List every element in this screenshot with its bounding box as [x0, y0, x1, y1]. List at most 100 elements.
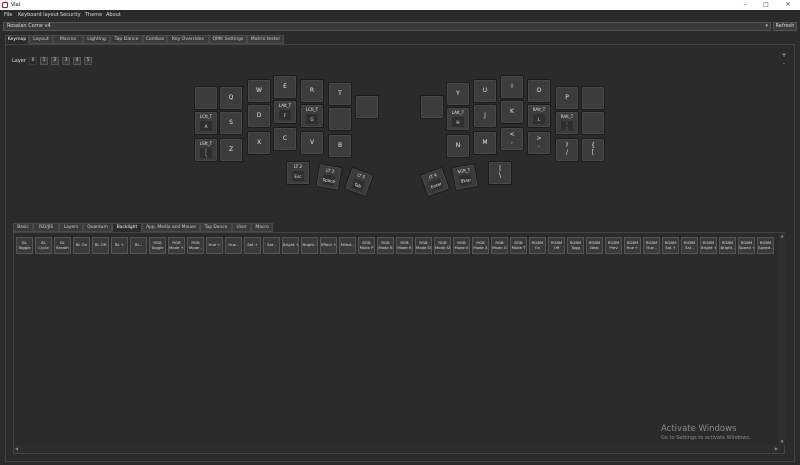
menu-file[interactable]: File	[4, 10, 12, 20]
maximize-button[interactable]: □	[756, 0, 776, 10]
key-11[interactable]: LCtl_T G	[300, 104, 324, 128]
tab-user[interactable]: User	[232, 223, 251, 232]
keycode-button[interactable]: RGBM On	[529, 237, 546, 254]
tab-combos[interactable]: Combos	[143, 35, 167, 44]
keycode-button[interactable]: BL Off	[92, 237, 109, 254]
horizontal-scrollbar[interactable]: ◀ ▶	[14, 445, 779, 452]
key-9[interactable]: D	[247, 104, 271, 128]
keycode-button[interactable]: RGBM Sat -	[681, 237, 698, 254]
key-18[interactable]: B	[328, 134, 352, 158]
key-32[interactable]: RAlt_T L	[527, 104, 551, 128]
key-28[interactable]	[420, 95, 444, 119]
keycode-button[interactable]: BL Toggle	[16, 237, 33, 254]
keycode-button[interactable]: RGBM Prev	[605, 237, 622, 254]
key-39[interactable]: ? /	[555, 138, 579, 162]
key-22[interactable]: Y	[446, 82, 470, 106]
keycode-button[interactable]: BL -	[130, 237, 147, 254]
layer-button-3[interactable]: 3	[62, 57, 70, 65]
key-37[interactable]: < ,	[500, 127, 524, 151]
scroll-right-icon[interactable]: ▶	[775, 445, 778, 452]
keycode-button[interactable]: RGB Mode X	[472, 237, 489, 254]
key-31[interactable]: K	[500, 100, 524, 124]
minimize-button[interactable]: –	[735, 0, 755, 10]
key-6[interactable]	[355, 95, 379, 119]
tab-layout[interactable]: Layout	[29, 35, 53, 44]
keycode-button[interactable]: Sat -	[263, 237, 280, 254]
key-23[interactable]: U	[473, 79, 497, 103]
keycode-button[interactable]: RGB Mode B	[377, 237, 394, 254]
tab-layers[interactable]: Layers	[59, 223, 83, 232]
keycode-button[interactable]: RGBM Bright -	[719, 237, 736, 254]
key-4[interactable]: R	[300, 79, 324, 103]
key-25[interactable]: O	[527, 79, 551, 103]
key-35[interactable]: N	[446, 134, 470, 158]
menu-about[interactable]: About	[106, 10, 121, 20]
key-24[interactable]: I	[500, 75, 524, 99]
key-15[interactable]: X	[247, 131, 271, 155]
keycode-button[interactable]: RGB Toggle	[149, 237, 166, 254]
keycode-button[interactable]: RGB Mode T	[510, 237, 527, 254]
key-33[interactable]: RAlt_T: ;	[555, 111, 579, 135]
key-36[interactable]: M	[473, 131, 497, 155]
tab-qmk-settings[interactable]: QMK Settings	[209, 35, 247, 44]
keycode-button[interactable]: Effect -	[339, 237, 356, 254]
tab-app-media-mouse[interactable]: App, Media and Mouse	[142, 223, 200, 232]
keycode-button[interactable]: Bright -	[301, 237, 318, 254]
tab-tap-dance[interactable]: Tap Dance	[110, 35, 143, 44]
key-17[interactable]: V	[300, 131, 324, 155]
tab-backlight[interactable]: Backlight	[112, 223, 142, 232]
keycode-button[interactable]: RGBM Bright +	[700, 237, 717, 254]
key-10[interactable]: LAlt_T F	[273, 100, 297, 124]
tab-keymap[interactable]: Keymap	[5, 35, 29, 44]
keycode-button[interactable]: RGB Mode P	[358, 237, 375, 254]
keycode-button[interactable]: RGB Mode SN	[434, 237, 451, 254]
layer-button-0[interactable]: 0	[29, 57, 37, 65]
keycode-button[interactable]: RGBM Hue -	[643, 237, 660, 254]
refresh-button[interactable]: Refresh	[773, 22, 797, 31]
key-27[interactable]	[581, 86, 605, 110]
menu-theme[interactable]: Theme	[85, 10, 102, 20]
keycode-button[interactable]: BL Breath	[54, 237, 71, 254]
keyboard-select[interactable]: Rosalan Corne v4 ▾	[3, 22, 771, 31]
key-3[interactable]: E	[273, 75, 297, 99]
zoom-in-button[interactable]: +	[780, 52, 788, 59]
scroll-left-icon[interactable]: ◀	[15, 445, 18, 452]
keycode-button[interactable]: Sat +	[244, 237, 261, 254]
keycode-button[interactable]: BL Cycle	[35, 237, 52, 254]
layer-button-5[interactable]: 5	[84, 57, 92, 65]
key-13[interactable]: LSft_T | \	[194, 138, 218, 162]
keycode-button[interactable]: RGBM Sat +	[662, 237, 679, 254]
key-5[interactable]: T	[328, 82, 352, 106]
key-0[interactable]	[194, 86, 218, 110]
key-42[interactable]: SGR_T Bksp	[451, 163, 479, 191]
keycode-button[interactable]: Hue -	[225, 237, 242, 254]
tab-macros[interactable]: Macros	[53, 35, 83, 44]
layer-button-1[interactable]: 1	[40, 57, 48, 65]
tab-matrix-tester[interactable]: Matrix tester	[247, 35, 284, 44]
keycode-button[interactable]: RGBM Hue +	[624, 237, 641, 254]
key-14[interactable]: Z	[219, 138, 243, 162]
layer-button-4[interactable]: 4	[73, 57, 81, 65]
key-34[interactable]	[581, 111, 605, 135]
tab-key-overrides[interactable]: Key Overrides	[167, 35, 209, 44]
key-38[interactable]: > .	[527, 131, 551, 155]
key-16[interactable]: C	[273, 127, 297, 151]
key-8[interactable]: S	[219, 111, 243, 135]
keycode-button[interactable]: RGB Mode K	[453, 237, 470, 254]
keycode-button[interactable]: Bright +	[282, 237, 299, 254]
tab-lighting[interactable]: Lighting	[83, 35, 110, 44]
key-43[interactable]: | \	[488, 161, 512, 185]
keycode-button[interactable]: BL +	[111, 237, 128, 254]
tab-iso-jis[interactable]: ISO/JIS	[33, 223, 59, 232]
key-2[interactable]: W	[247, 79, 271, 103]
key-20[interactable]: LT 3 Space	[315, 163, 343, 191]
tab-tap-dance-keycodes[interactable]: Tap Dance	[200, 223, 232, 232]
keycode-button[interactable]: RGBM Off	[548, 237, 565, 254]
keycode-button[interactable]: RGBM Next	[586, 237, 603, 254]
keycode-button[interactable]: RGBM Speed +	[738, 237, 755, 254]
tab-quantum[interactable]: Quantum	[83, 223, 112, 232]
keycode-button[interactable]: RGBM Speed -	[757, 237, 774, 254]
key-29[interactable]: LAlt_T H	[446, 107, 470, 131]
scroll-up-icon[interactable]: ▲	[779, 233, 785, 239]
keycode-button[interactable]: BL On	[73, 237, 90, 254]
